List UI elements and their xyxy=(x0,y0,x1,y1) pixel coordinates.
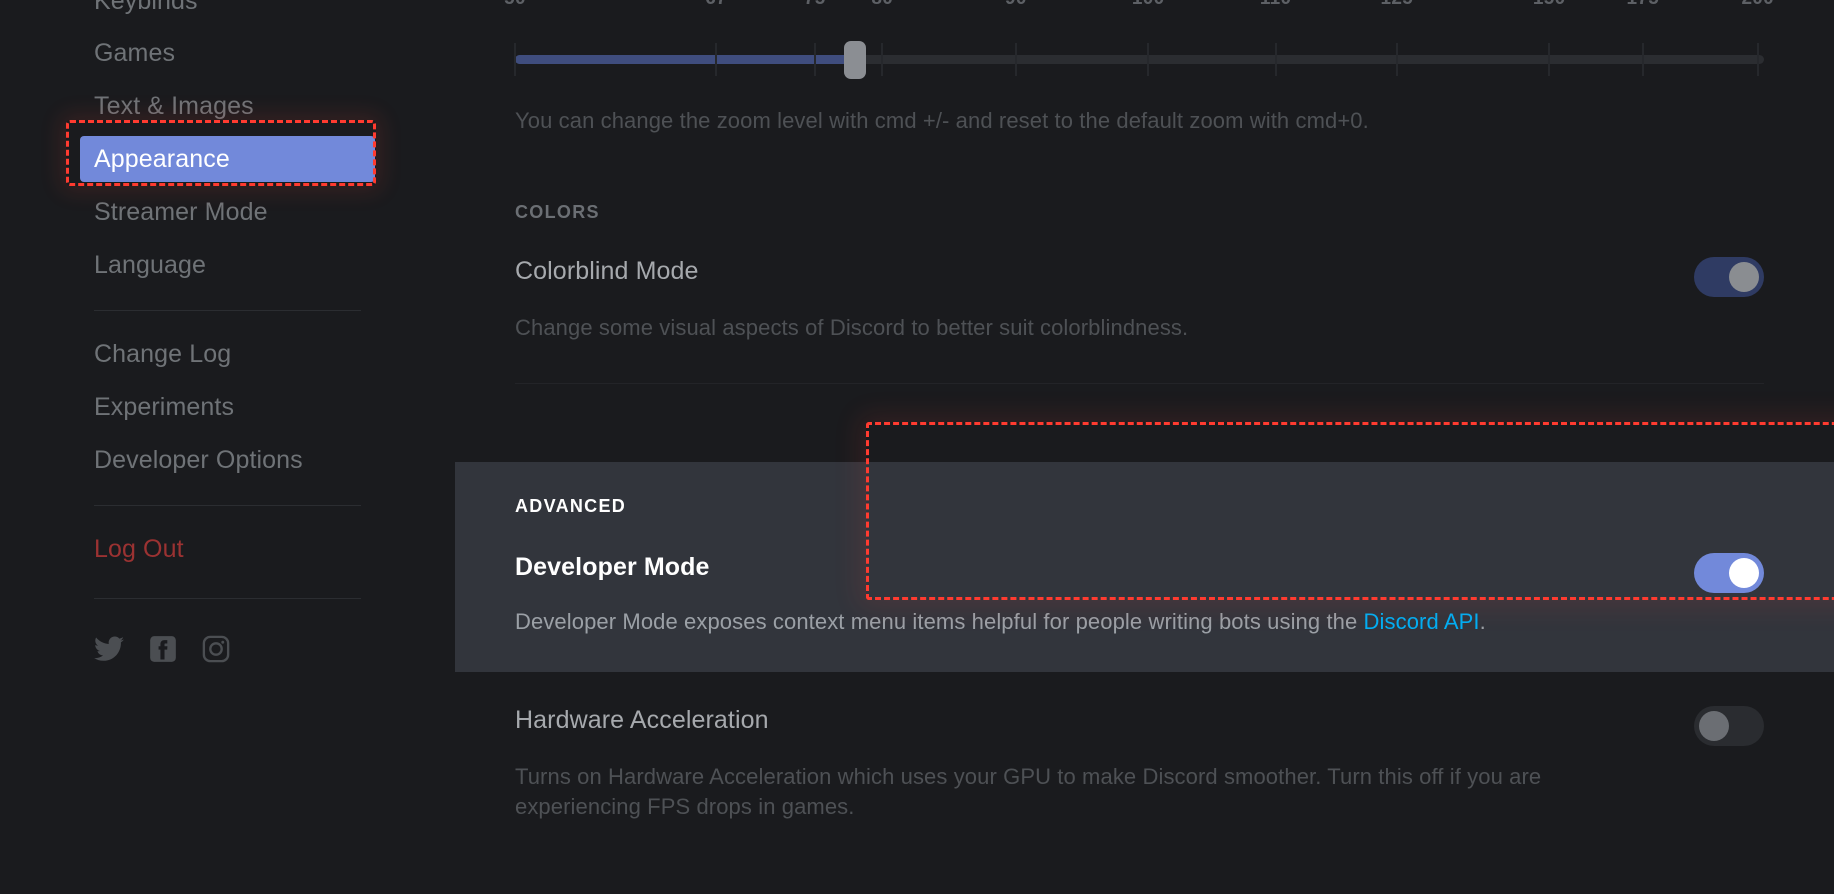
zoom-tick-label: 100 xyxy=(1132,0,1165,10)
colorblind-mode-label: Colorblind Mode xyxy=(515,257,699,285)
sidebar-item-label: Language xyxy=(94,251,207,279)
sidebar-item-log-out[interactable]: Log Out xyxy=(80,526,375,572)
sidebar-item-label: Text & Images xyxy=(94,92,254,120)
instagram-icon[interactable] xyxy=(202,635,230,663)
zoom-tick-mark xyxy=(1274,43,1277,76)
sidebar-item-experiments[interactable]: Experiments xyxy=(80,384,375,430)
sidebar-primary-list: Keybinds Games Text & Images Appearance … xyxy=(0,0,455,599)
zoom-tick-mark xyxy=(1395,43,1398,76)
sidebar-item-label: Keybinds xyxy=(94,0,198,15)
zoom-tick-label: 125 xyxy=(1380,0,1413,10)
colors-section: COLORS Colorblind Mode Change some visua… xyxy=(455,202,1834,385)
discord-api-link[interactable]: Discord API xyxy=(1364,609,1480,634)
sidebar-item-language[interactable]: Language xyxy=(80,242,375,288)
colorblind-mode-description: Change some visual aspects of Discord to… xyxy=(515,315,1189,340)
hardware-acceleration-toggle[interactable] xyxy=(1694,705,1764,746)
zoom-tick-mark xyxy=(1756,43,1759,76)
sidebar-item-developer-options[interactable]: Developer Options xyxy=(80,437,375,483)
zoom-tick-mark xyxy=(1147,43,1150,76)
sidebar-item-appearance[interactable]: Appearance xyxy=(80,136,375,182)
social-links xyxy=(0,635,455,663)
sidebar-item-games[interactable]: Games xyxy=(80,30,375,76)
zoom-tick-mark xyxy=(1548,43,1551,76)
zoom-tick-label: 175 xyxy=(1627,0,1660,10)
zoom-help-text: You can change the zoom level with cmd +… xyxy=(515,108,1369,133)
developer-mode-row: Developer Mode xyxy=(515,553,1764,594)
sidebar-divider-3 xyxy=(94,598,361,599)
zoom-tick-labels: 50 67 75 80 90 100 110 125 150 175 200 xyxy=(504,0,1774,30)
zoom-tick-label: 67 xyxy=(705,0,727,10)
zoom-tick-mark xyxy=(881,43,884,76)
zoom-tick-mark xyxy=(813,43,816,76)
zoom-tick-mark xyxy=(514,43,516,76)
zoom-tick-label: 200 xyxy=(1741,0,1774,10)
developer-mode-description-tail: . xyxy=(1479,609,1486,635)
zoom-tick-label: 110 xyxy=(1260,0,1292,10)
appearance-settings-panel: 50 67 75 80 90 100 110 125 150 175 200 You can cha… xyxy=(455,0,1834,894)
developer-mode-description-text: Developer Mode exposes context menu item… xyxy=(515,609,1364,635)
sidebar-item-label: Experiments xyxy=(94,393,235,421)
hardware-acceleration-section: Hardware Acceleration Turns on Hardware … xyxy=(455,705,1834,823)
sidebar-item-label: Log Out xyxy=(94,535,184,563)
sidebar-divider-2 xyxy=(94,505,361,506)
zoom-tick-mark xyxy=(715,43,718,76)
zoom-tick-mark xyxy=(1641,43,1644,76)
developer-mode-label: Developer Mode xyxy=(515,553,710,582)
advanced-section: ADVANCED Developer Mode Developer Mode e… xyxy=(455,462,1834,672)
sidebar-item-label: Appearance xyxy=(94,145,230,173)
toggle-knob xyxy=(1699,710,1729,741)
sidebar-item-label: Games xyxy=(94,39,176,67)
slider-tick-marks xyxy=(514,38,1764,82)
developer-mode-description: Developer Mode exposes context menu item… xyxy=(515,607,1665,637)
colorblind-mode-toggle[interactable] xyxy=(1694,257,1764,297)
colorblind-mode-row: Colorblind Mode xyxy=(515,257,1764,297)
hardware-acceleration-row: Hardware Acceleration xyxy=(515,705,1764,746)
colors-divider xyxy=(515,383,1764,385)
zoom-level-section: 50 67 75 80 90 100 110 125 150 175 200 You can cha… xyxy=(455,0,1834,134)
slider-thumb[interactable] xyxy=(843,41,866,79)
zoom-tick-label: 75 xyxy=(804,0,826,10)
sidebar-item-keybinds[interactable]: Keybinds xyxy=(80,0,375,24)
sidebar-item-label: Developer Options xyxy=(94,446,303,474)
sidebar-divider-1 xyxy=(94,310,361,311)
colors-section-heading: COLORS xyxy=(515,202,600,222)
zoom-tick-label: 50 xyxy=(504,0,526,10)
discord-user-settings-window: Keybinds Games Text & Images Appearance … xyxy=(0,0,1834,894)
zoom-tick-mark xyxy=(1014,43,1017,76)
hardware-acceleration-label: Hardware Acceleration xyxy=(515,705,769,734)
sidebar-item-streamer-mode[interactable]: Streamer Mode xyxy=(80,189,375,235)
sidebar-item-label: Streamer Mode xyxy=(94,198,268,226)
zoom-tick-label: 90 xyxy=(1005,0,1027,10)
hardware-acceleration-description: Turns on Hardware Acceleration which use… xyxy=(515,763,1542,820)
sidebar-item-text-and-images[interactable]: Text & Images xyxy=(80,83,375,129)
advanced-section-heading: ADVANCED xyxy=(515,496,627,517)
toggle-knob xyxy=(1729,262,1759,292)
toggle-knob xyxy=(1729,558,1759,589)
zoom-slider[interactable] xyxy=(514,38,1764,82)
zoom-tick-label: 80 xyxy=(871,0,893,10)
sidebar-item-change-log[interactable]: Change Log xyxy=(80,331,375,377)
sidebar-item-label: Change Log xyxy=(94,340,232,368)
settings-sidebar: Keybinds Games Text & Images Appearance … xyxy=(0,0,455,894)
twitter-icon[interactable] xyxy=(94,636,124,662)
zoom-tick-label: 150 xyxy=(1533,0,1566,10)
facebook-icon[interactable] xyxy=(149,635,177,663)
developer-mode-toggle[interactable] xyxy=(1694,553,1764,594)
